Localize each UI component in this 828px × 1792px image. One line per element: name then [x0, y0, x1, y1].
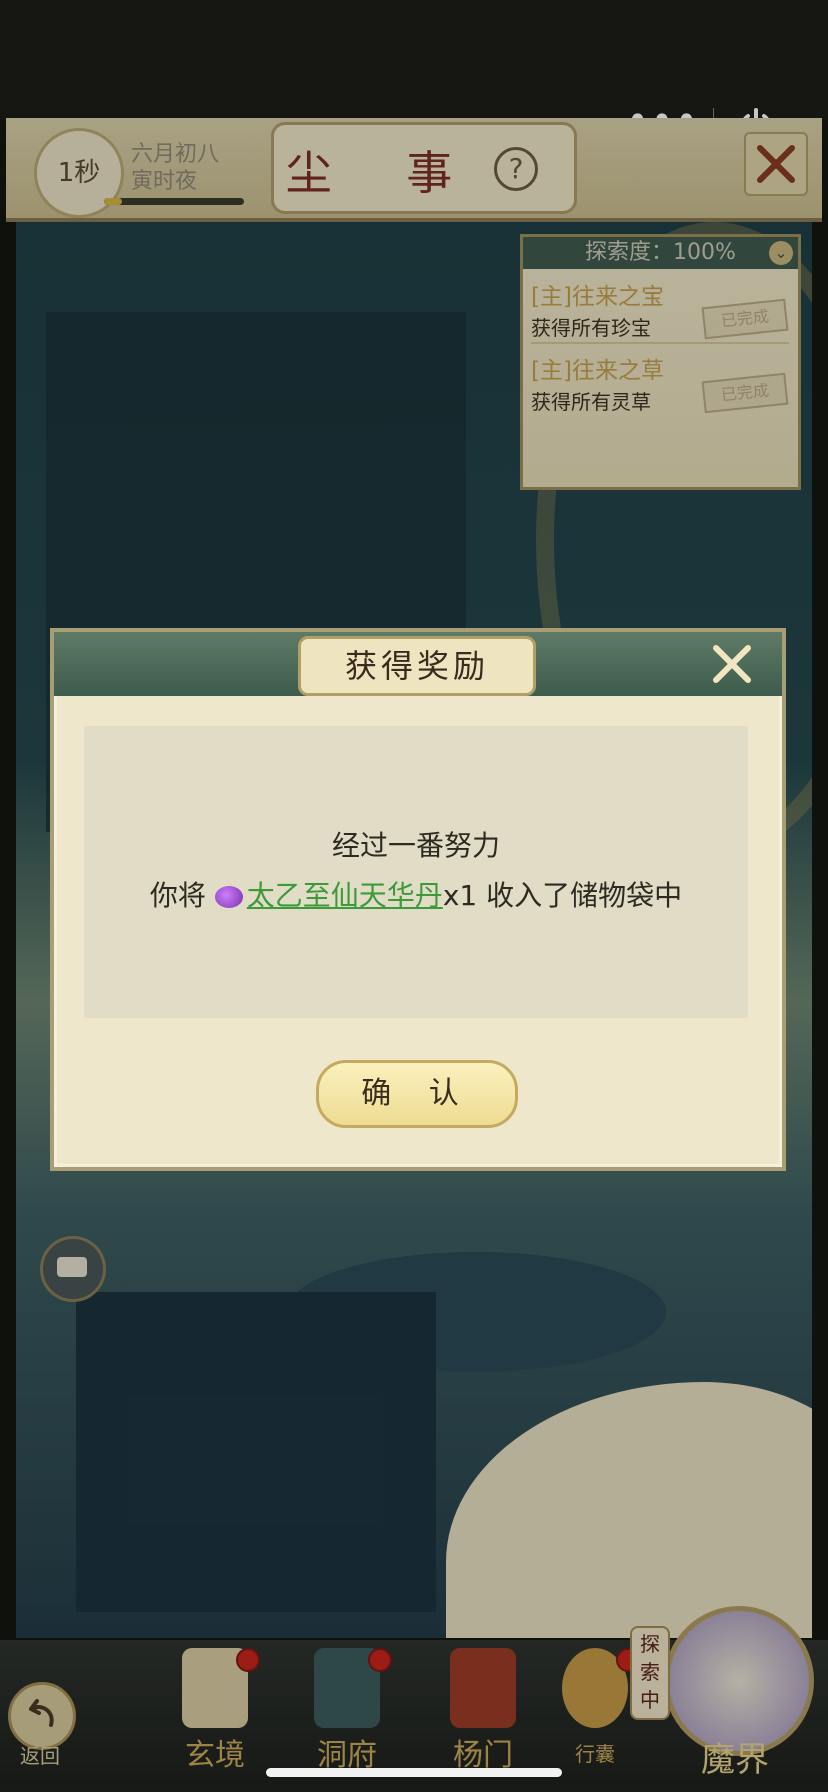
dialog-header: 获得奖励 [54, 632, 782, 696]
item-link[interactable]: 太乙至仙天华丹 [247, 879, 443, 912]
dialog-title-plaque: 获得奖励 [298, 636, 536, 696]
message-line-1: 经过一番努力 [331, 829, 500, 862]
confirm-button[interactable]: 确 认 [316, 1060, 518, 1128]
reward-dialog: 获得奖励 经过一番努力 你将 太乙至仙天华丹x1 收入了储物袋中 确 认 [50, 628, 786, 1171]
message-suffix: x1 收入了储物袋中 [442, 879, 683, 912]
dialog-message-box: 经过一番努力 你将 太乙至仙天华丹x1 收入了储物袋中 [84, 726, 748, 1018]
pill-icon [214, 886, 243, 908]
close-icon[interactable] [710, 642, 754, 686]
message-line-2: 你将 太乙至仙天华丹x1 收入了储物袋中 [84, 874, 748, 914]
message-prefix: 你将 [149, 879, 206, 912]
home-indicator[interactable] [266, 1768, 562, 1777]
dialog-title: 获得奖励 [344, 647, 489, 685]
